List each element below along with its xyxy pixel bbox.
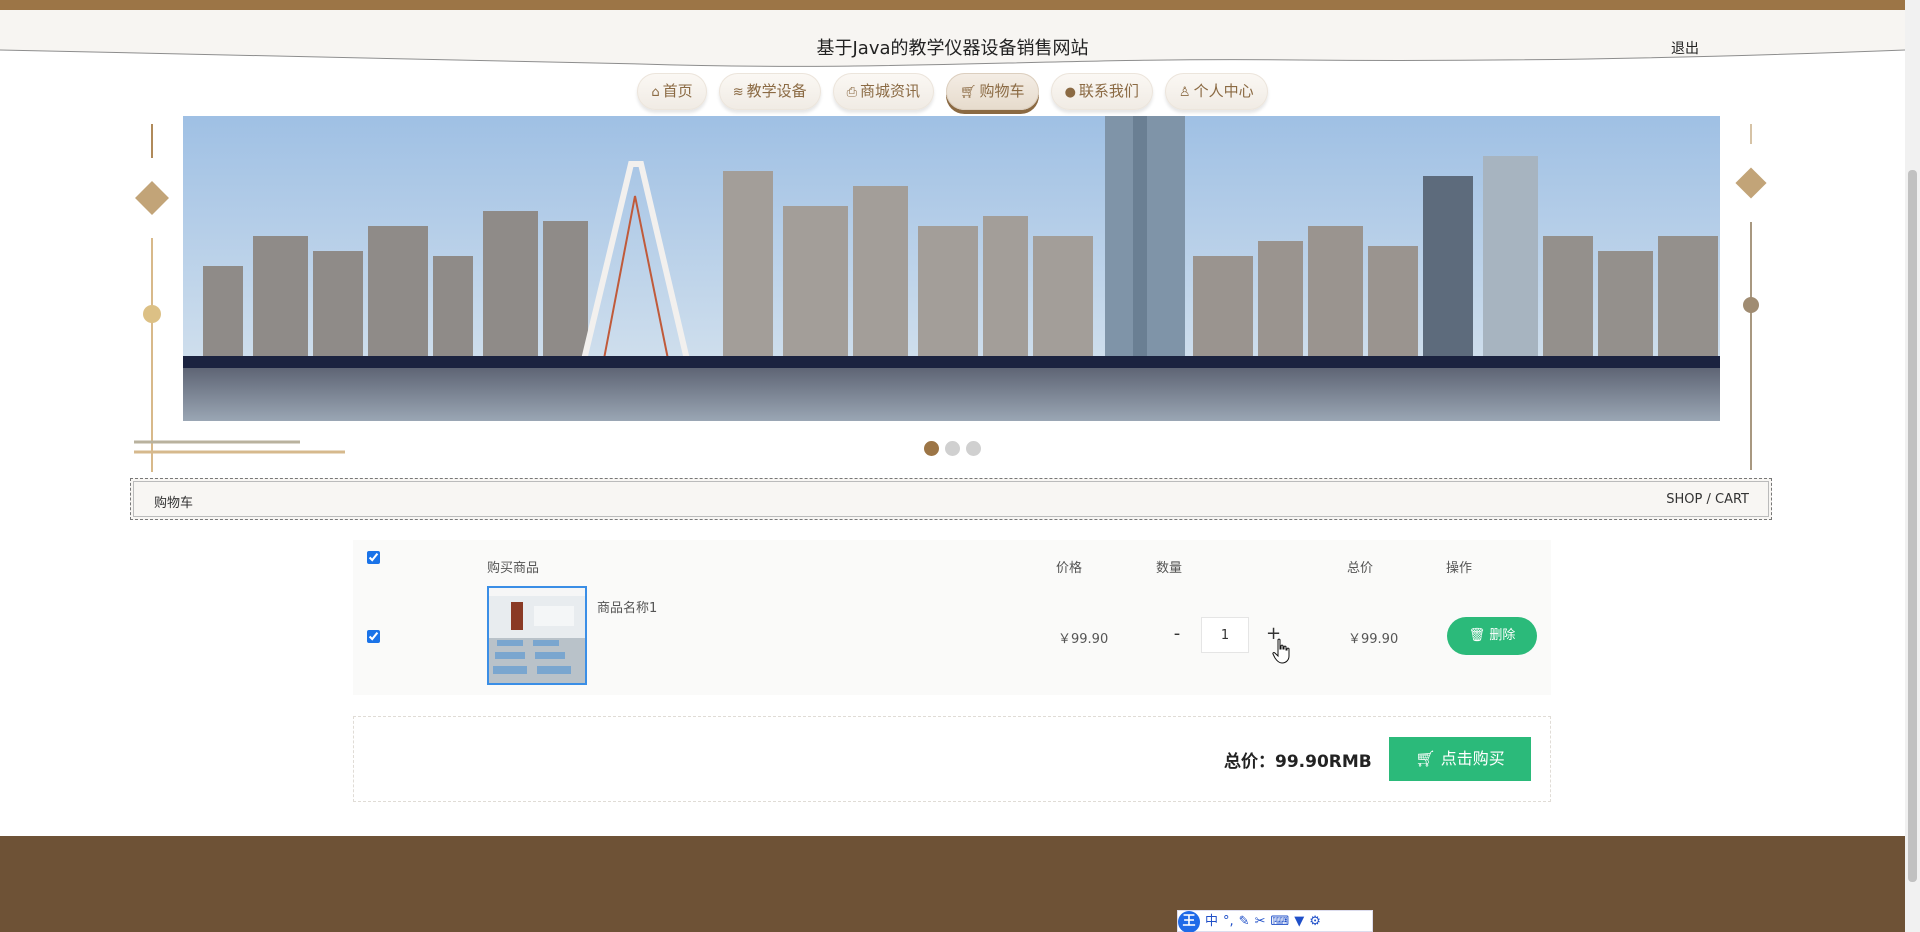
quantity-decrease-button[interactable]: - [1170,623,1184,645]
user-icon: ♙ [1178,85,1191,100]
total-label: 总价： [1224,752,1275,772]
nav-label: 购物车 [979,82,1025,100]
nav-contact[interactable]: ● 联系我们 [1050,73,1153,110]
banner-image [183,116,1720,421]
chat-icon: ● [1064,85,1076,100]
scrollbar-thumb[interactable] [1908,170,1917,882]
select-all-checkbox[interactable] [367,549,381,564]
header-total: 总价 [1347,561,1374,576]
buy-button[interactable]: 🛒︎ 点击购买 [1389,737,1531,781]
banner-carousel[interactable] [183,116,1720,421]
layers-icon: ≋ [732,85,744,100]
nav-home[interactable]: ⌂ 首页 [637,73,707,110]
top-stripe [0,0,1920,10]
carousel-dot[interactable] [924,441,939,456]
footer [0,836,1905,932]
quantity-input[interactable] [1201,617,1249,653]
total-value: 99.90RMB [1275,752,1372,772]
buy-label: 点击购买 [1440,749,1505,768]
right-decoration [1735,124,1767,470]
delete-label: 删除 [1489,628,1516,643]
breadcrumb-title: 购物车 [154,496,194,511]
pen-icon[interactable]: ✎ [1239,912,1250,932]
header: 基于Java的教学仪器设备销售网站 退出 [0,10,1905,72]
nav-label: 商城资讯 [860,82,921,100]
gear-icon[interactable]: ⚙ [1309,912,1321,932]
trash-icon: 🗑︎ [1468,628,1490,643]
carousel-dot[interactable] [945,441,960,456]
ime-mode[interactable]: 中 [1205,912,1218,932]
logout-link[interactable]: 退出 [1671,38,1699,58]
main-nav: ⌂ 首页 ≋ 教学设备 ⎙ 商城资讯 🛒︎ 购物车 ● 联系我们 ♙ 个人中心 [0,73,1905,113]
header-price: 价格 [1056,561,1083,576]
site-title: 基于Java的教学仪器设备销售网站 [816,38,1089,59]
grand-total: 总价：99.90RMB [1224,747,1372,772]
ime-logo-icon: 王 [1178,911,1200,932]
carousel-dots [0,441,1905,456]
product-price: ￥99.90 [1058,632,1109,647]
cart-icon: 🛒︎ [1415,749,1441,768]
shirt-icon[interactable]: ▼ [1294,912,1304,932]
select-all-input[interactable] [367,551,380,564]
nav-cart[interactable]: 🛒︎ 购物车 [946,73,1039,110]
nav-label: 教学设备 [746,82,807,100]
home-icon: ⌂ [651,85,660,100]
vertical-scrollbar[interactable] [1905,0,1920,932]
punctuation-icon[interactable]: °, [1223,912,1234,932]
breadcrumb-path: SHOP / CART [1666,492,1749,507]
scissors-icon[interactable]: ✂ [1255,912,1266,932]
nav-equipment[interactable]: ≋ 教学设备 [718,73,821,110]
classroom-image [489,588,585,683]
cart-icon: 🛒︎ [960,85,977,100]
header-qty: 数量 [1156,561,1183,576]
keyboard-icon[interactable]: ⌨ [1270,912,1289,932]
breadcrumb: 购物车 SHOP / CART [130,478,1772,520]
nav-label: 个人中心 [1193,82,1254,100]
item-checkbox-input[interactable] [367,630,380,643]
printer-icon: ⎙ [846,85,858,100]
product-thumbnail[interactable] [487,586,587,685]
nav-label: 联系我们 [1078,82,1139,100]
item-checkbox[interactable] [367,628,381,643]
nav-profile[interactable]: ♙ 个人中心 [1164,73,1268,110]
nav-news[interactable]: ⎙ 商城资讯 [832,73,935,110]
item-total: ￥99.90 [1348,632,1399,647]
nav-label: 首页 [662,82,693,100]
hand-cursor-icon [1272,638,1290,664]
header-action: 操作 [1446,561,1473,576]
carousel-dot[interactable] [966,441,981,456]
product-name[interactable]: 商品名称1 [597,597,657,616]
ime-toolbar[interactable]: 王中 °, ✎ ✂ ⌨ ▼ ⚙ [1177,910,1373,932]
delete-button[interactable]: 🗑︎ 删除 [1447,617,1537,655]
header-product: 购买商品 [487,561,540,576]
